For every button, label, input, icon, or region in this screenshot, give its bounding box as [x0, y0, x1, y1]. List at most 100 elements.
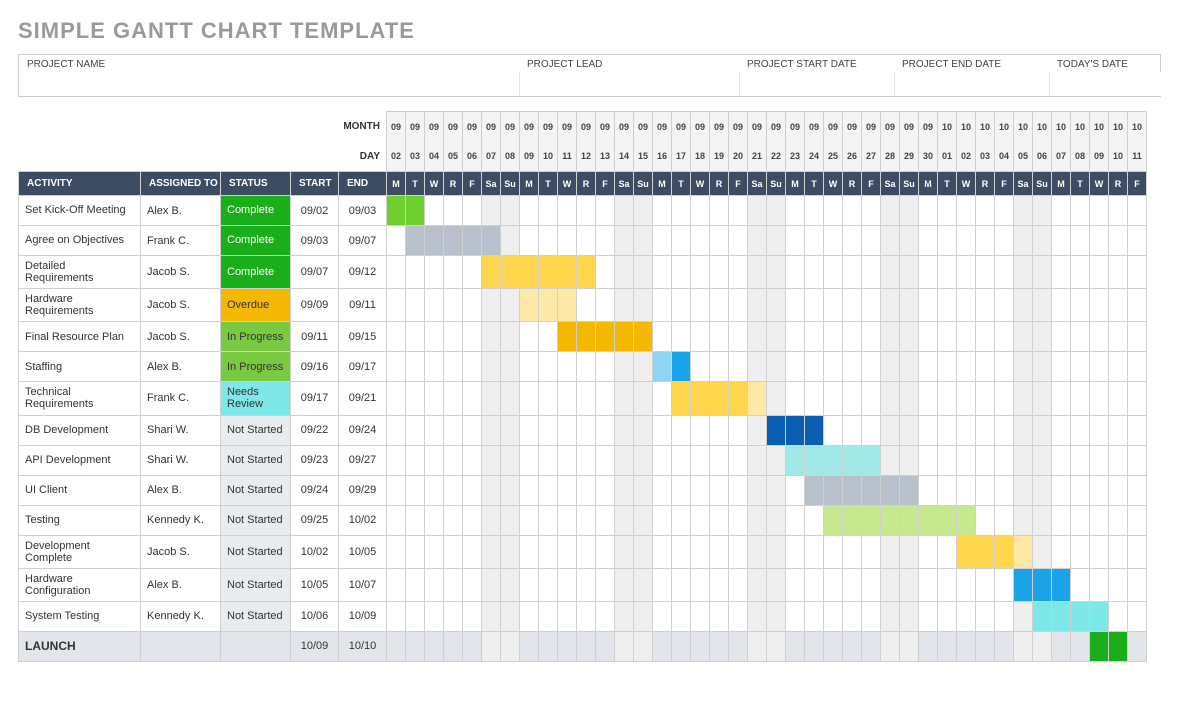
task-status[interactable]: Overdue [221, 289, 291, 322]
task-end[interactable]: 10/09 [339, 601, 387, 631]
gantt-cell [919, 226, 938, 256]
gantt-cell [1109, 196, 1128, 226]
task-activity[interactable]: Set Kick-Off Meeting [19, 196, 141, 226]
task-assigned[interactable]: Frank C. [141, 226, 221, 256]
gantt-bar-cell [1052, 601, 1071, 631]
task-activity[interactable]: UI Client [19, 475, 141, 505]
task-assigned[interactable]: Frank C. [141, 382, 221, 415]
gantt-cell [862, 382, 881, 415]
task-start[interactable]: 10/06 [291, 601, 339, 631]
task-start[interactable]: 10/05 [291, 568, 339, 601]
task-start[interactable]: 10/02 [291, 535, 339, 568]
task-start[interactable]: 09/02 [291, 196, 339, 226]
task-status[interactable]: Not Started [221, 445, 291, 475]
task-assigned[interactable]: Shari W. [141, 415, 221, 445]
task-end[interactable]: 09/03 [339, 196, 387, 226]
task-activity[interactable]: Detailed Requirements [19, 256, 141, 289]
task-activity[interactable]: Final Resource Plan [19, 322, 141, 352]
gantt-cell [843, 535, 862, 568]
task-activity[interactable]: Technical Requirements [19, 382, 141, 415]
task-assigned[interactable]: Jacob S. [141, 322, 221, 352]
gantt-cell [387, 256, 406, 289]
task-status[interactable]: Needs Review [221, 382, 291, 415]
task-status[interactable]: Not Started [221, 475, 291, 505]
task-assigned[interactable]: Alex B. [141, 568, 221, 601]
task-end[interactable]: 09/12 [339, 256, 387, 289]
task-end[interactable]: 09/17 [339, 352, 387, 382]
task-start[interactable]: 09/23 [291, 445, 339, 475]
project-name-input[interactable] [19, 72, 519, 96]
task-start[interactable]: 09/07 [291, 256, 339, 289]
task-end[interactable]: 09/07 [339, 226, 387, 256]
task-status[interactable]: Complete [221, 196, 291, 226]
gantt-cell [634, 505, 653, 535]
gantt-cell [406, 601, 425, 631]
gantt-bar-cell [748, 382, 767, 415]
task-end[interactable]: 09/24 [339, 415, 387, 445]
project-start-input[interactable] [739, 72, 894, 96]
day-header: 11 [1128, 142, 1147, 172]
task-activity[interactable]: System Testing [19, 601, 141, 631]
gantt-bar-cell [805, 415, 824, 445]
task-end[interactable]: 09/15 [339, 322, 387, 352]
task-status[interactable]: Not Started [221, 601, 291, 631]
task-end[interactable]: 10/05 [339, 535, 387, 568]
task-start[interactable]: 09/22 [291, 415, 339, 445]
task-activity[interactable]: Hardware Requirements [19, 289, 141, 322]
task-activity[interactable]: API Development [19, 445, 141, 475]
task-assigned[interactable]: Shari W. [141, 445, 221, 475]
task-end[interactable]: 10/10 [339, 631, 387, 661]
task-activity[interactable]: Staffing [19, 352, 141, 382]
task-status[interactable]: Complete [221, 256, 291, 289]
task-status[interactable]: Not Started [221, 535, 291, 568]
gantt-bar-cell [577, 322, 596, 352]
task-start[interactable]: 09/24 [291, 475, 339, 505]
task-assigned[interactable]: Kennedy K. [141, 505, 221, 535]
project-lead-input[interactable] [519, 72, 739, 96]
dow-header: Sa [881, 172, 900, 196]
gantt-cell [938, 631, 957, 661]
task-start[interactable]: 09/25 [291, 505, 339, 535]
task-status[interactable]: In Progress [221, 352, 291, 382]
task-status[interactable]: Complete [221, 226, 291, 256]
project-end-input[interactable] [894, 72, 1049, 96]
gantt-cell [425, 382, 444, 415]
task-assigned[interactable]: Jacob S. [141, 289, 221, 322]
task-activity[interactable]: Agree on Objectives [19, 226, 141, 256]
task-activity[interactable]: Testing [19, 505, 141, 535]
task-start[interactable]: 09/09 [291, 289, 339, 322]
task-start[interactable]: 09/03 [291, 226, 339, 256]
task-assigned[interactable]: Alex B. [141, 352, 221, 382]
gantt-cell [520, 415, 539, 445]
today-input[interactable] [1049, 72, 1179, 96]
task-start[interactable]: 09/11 [291, 322, 339, 352]
task-assigned[interactable] [141, 631, 221, 661]
task-assigned[interactable]: Alex B. [141, 475, 221, 505]
task-end[interactable]: 10/07 [339, 568, 387, 601]
task-assigned[interactable]: Jacob S. [141, 256, 221, 289]
gantt-cell [539, 475, 558, 505]
task-status[interactable]: Not Started [221, 415, 291, 445]
gantt-cell [558, 631, 577, 661]
task-end[interactable]: 09/27 [339, 445, 387, 475]
gantt-bar-cell [1109, 631, 1128, 661]
task-assigned[interactable]: Kennedy K. [141, 601, 221, 631]
task-assigned[interactable]: Alex B. [141, 196, 221, 226]
task-activity[interactable]: Development Complete [19, 535, 141, 568]
task-status[interactable] [221, 631, 291, 661]
task-end[interactable]: 09/29 [339, 475, 387, 505]
task-status[interactable]: Not Started [221, 568, 291, 601]
task-status[interactable]: Not Started [221, 505, 291, 535]
task-activity[interactable]: LAUNCH [19, 631, 141, 661]
gantt-cell [843, 289, 862, 322]
task-activity[interactable]: Hardware Configuration [19, 568, 141, 601]
task-start[interactable]: 10/09 [291, 631, 339, 661]
task-end[interactable]: 09/21 [339, 382, 387, 415]
task-assigned[interactable]: Jacob S. [141, 535, 221, 568]
task-end[interactable]: 10/02 [339, 505, 387, 535]
task-end[interactable]: 09/11 [339, 289, 387, 322]
task-start[interactable]: 09/16 [291, 352, 339, 382]
task-start[interactable]: 09/17 [291, 382, 339, 415]
task-status[interactable]: In Progress [221, 322, 291, 352]
task-activity[interactable]: DB Development [19, 415, 141, 445]
